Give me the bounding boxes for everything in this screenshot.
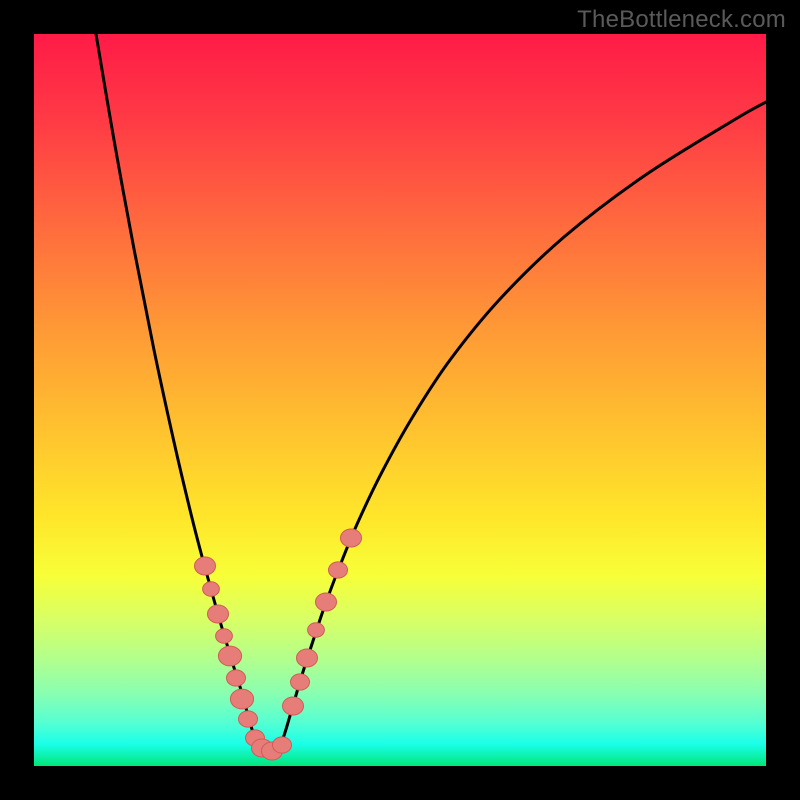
bead-right-4 <box>316 593 337 611</box>
plot-area <box>34 34 766 766</box>
watermark-text: TheBottleneck.com <box>577 6 786 34</box>
bead-right-6 <box>341 529 362 547</box>
bead-right-3 <box>308 623 325 637</box>
bead-left-1 <box>203 582 220 596</box>
bead-left-4 <box>218 646 241 666</box>
bead-left-3 <box>216 629 233 643</box>
bead-trough-3 <box>273 737 292 753</box>
bead-left-7 <box>239 711 258 727</box>
curve-svg <box>34 34 766 766</box>
bead-right-1 <box>291 674 310 690</box>
curve-group <box>96 34 766 752</box>
bead-left-2 <box>208 605 229 623</box>
bead-right-5 <box>329 562 348 578</box>
beads-group <box>195 529 362 760</box>
bead-left-5 <box>227 670 246 686</box>
bead-left-6 <box>230 689 253 709</box>
bead-right-0 <box>283 697 304 715</box>
bead-left-0 <box>195 557 216 575</box>
outer-frame: TheBottleneck.com <box>0 0 800 800</box>
bottleneck-curve <box>96 34 766 752</box>
bead-right-2 <box>297 649 318 667</box>
